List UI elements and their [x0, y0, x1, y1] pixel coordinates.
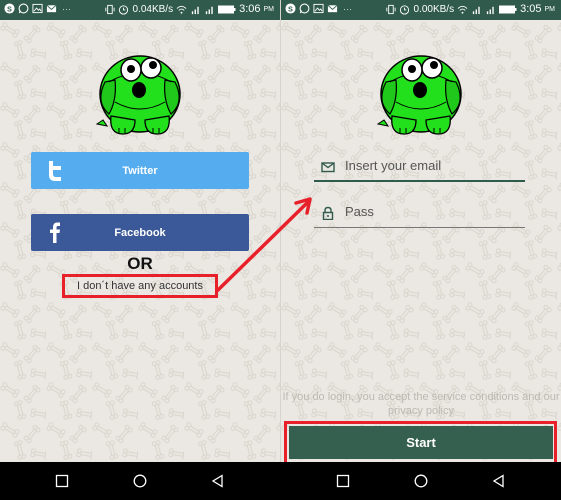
network-speed: 0.00KB/s [413, 3, 455, 15]
signal-icon-2 [486, 6, 494, 14]
clock-ampm: PM [263, 5, 275, 13]
battery-icon [218, 5, 236, 13]
mail-icon [327, 4, 338, 13]
email-placeholder: Insert your email [345, 158, 442, 173]
status-bar: S ··· 0.00KB/s 3:05 PM [281, 0, 561, 20]
clock: 3:06 [239, 3, 261, 15]
password-field[interactable]: Pass [314, 198, 525, 228]
skype-icon: S [285, 3, 296, 14]
recent-apps-button[interactable] [336, 474, 350, 488]
wifi-icon [457, 5, 468, 14]
navigation-bar [0, 462, 280, 500]
recent-apps-button[interactable] [55, 474, 69, 488]
battery-icon [499, 5, 517, 13]
clock: 3:05 [520, 3, 542, 15]
mail-icon [321, 162, 335, 173]
image-icon [313, 3, 324, 14]
lock-icon [322, 206, 334, 220]
whatsapp-icon [299, 3, 310, 14]
wifi-icon [176, 5, 187, 14]
signal-icon [472, 6, 480, 14]
back-button[interactable] [492, 474, 506, 488]
signal-icon-2 [205, 6, 213, 14]
no-account-link[interactable]: I don´t have any accounts [62, 274, 218, 298]
navigation-bar [281, 462, 561, 500]
back-button[interactable] [211, 474, 225, 488]
facebook-label: Facebook [114, 226, 166, 239]
alarm-icon [119, 4, 129, 15]
mail-icon [46, 4, 57, 13]
more-notifications: ··· [343, 3, 352, 14]
skype-icon: S [4, 3, 15, 14]
email-underline [314, 180, 525, 182]
twitter-label: Twitter [122, 164, 158, 177]
password-underline [314, 227, 525, 228]
facebook-icon [50, 222, 60, 243]
or-separator: OR [127, 254, 153, 273]
signal-icon [191, 6, 199, 14]
vibrate-icon [386, 4, 397, 14]
status-bar: S ··· 0.04KB/s 3:06 PM [0, 0, 280, 20]
home-button[interactable] [133, 474, 147, 488]
password-placeholder: Pass [345, 204, 374, 219]
whatsapp-icon [18, 3, 29, 14]
home-button[interactable] [414, 474, 428, 488]
facebook-login-button[interactable]: Facebook [31, 214, 249, 251]
alarm-icon [400, 4, 410, 15]
svg-text:S: S [288, 4, 293, 13]
twitter-icon [49, 161, 61, 181]
dog-logo [96, 55, 181, 135]
terms-notice: If you do login, you accept the service … [282, 391, 560, 417]
vibrate-icon [105, 4, 116, 14]
more-notifications: ··· [62, 3, 71, 14]
start-button[interactable]: Start [289, 426, 553, 459]
email-login-screen: S ··· 0.00KB/s 3:05 PM Insert your email… [281, 0, 561, 500]
dog-logo [377, 55, 462, 135]
clock-ampm: PM [544, 5, 556, 13]
svg-text:S: S [7, 4, 12, 13]
email-field[interactable]: Insert your email [314, 152, 525, 182]
image-icon [32, 3, 43, 14]
no-account-label: I don´t have any accounts [77, 280, 203, 292]
network-speed: 0.04KB/s [132, 3, 174, 15]
start-label: Start [406, 435, 436, 450]
twitter-login-button[interactable]: Twitter [31, 152, 249, 189]
login-options-screen: S ··· 0.04KB/s 3:06 PM Twitter Facebook … [0, 0, 280, 500]
